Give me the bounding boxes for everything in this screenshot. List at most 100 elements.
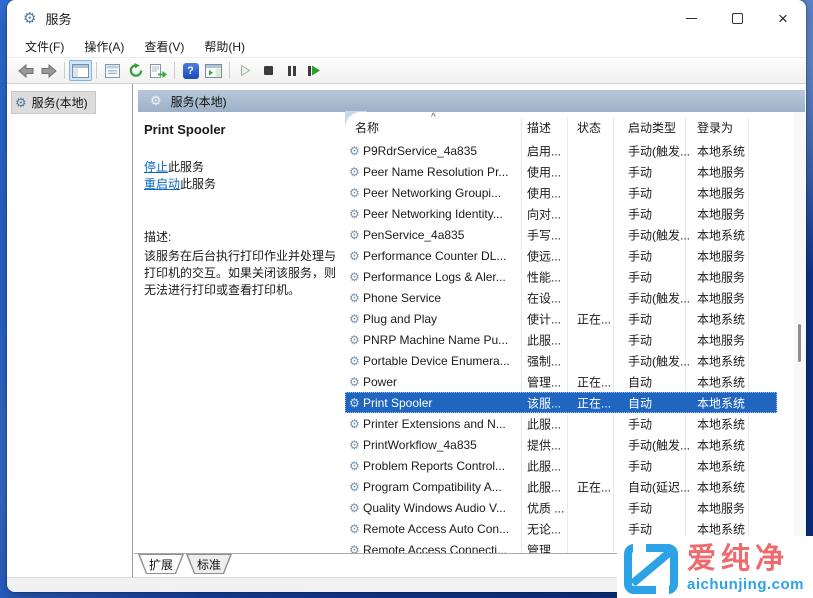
watermark-name: 爱纯净: [687, 545, 804, 574]
cell-logon-as: 本地服务: [697, 205, 745, 222]
scrollbar-thumb[interactable]: [798, 324, 801, 362]
tree-item-services-local[interactable]: ⚙ 服务(本地): [11, 91, 96, 114]
cell-name: Peer Networking Identity...: [363, 207, 503, 221]
column-header-name[interactable]: 名称: [355, 119, 379, 136]
table-row[interactable]: ⚙ Peer Name Resolution Pr... 使用... 手动 本地…: [345, 161, 777, 182]
description-label: 描述:: [144, 228, 344, 245]
cell-startup-type: 手动(触发...: [628, 226, 690, 243]
cell-name: Power: [363, 375, 397, 389]
show-action-pane-button[interactable]: [202, 60, 225, 81]
restart-service-link[interactable]: 重启动: [144, 177, 180, 191]
table-row[interactable]: ⚙ Printer Extensions and N... 此服... 手动 本…: [345, 413, 777, 434]
refresh-button[interactable]: [124, 60, 147, 81]
cell-startup-type: 手动: [628, 205, 652, 222]
table-row[interactable]: ⚙ Quality Windows Audio V... 优质 ... 手动 本…: [345, 497, 777, 518]
properties-button[interactable]: [101, 60, 124, 81]
menu-help[interactable]: 帮助(H): [194, 36, 255, 57]
maximize-button[interactable]: [714, 0, 760, 36]
refresh-icon: [128, 63, 144, 78]
service-gear-icon: ⚙: [349, 291, 360, 305]
cell-startup-type: 自动(延迟...: [628, 478, 690, 495]
cell-startup-type: 自动: [628, 394, 652, 411]
toolbar: ?: [7, 57, 806, 84]
cell-startup-type: 手动: [628, 310, 652, 327]
selected-service-title: Print Spooler: [144, 122, 344, 137]
table-row[interactable]: ⚙ PrintWorkflow_4a835 提供... 手动(触发... 本地系…: [345, 434, 777, 455]
cell-description: 提供...: [527, 436, 561, 453]
services-panel: ⚙ 服务(本地) Print Spooler 停止此服务 重启动此服务 描述: …: [134, 84, 806, 577]
stop-service-icon: [264, 66, 273, 75]
column-header-startup[interactable]: 启动类型: [628, 119, 676, 136]
vertical-scrollbar[interactable]: [794, 112, 806, 552]
cell-name: P9RdrService_4a835: [363, 144, 477, 158]
menu-view[interactable]: 查看(V): [134, 36, 194, 57]
start-service-button[interactable]: [234, 60, 257, 81]
tab-extended[interactable]: 扩展: [138, 554, 184, 574]
column-header-logon[interactable]: 登录为: [697, 119, 733, 136]
service-gear-icon: ⚙: [349, 186, 360, 200]
column-header-desc[interactable]: 描述: [527, 119, 551, 136]
table-row[interactable]: ⚙ Performance Counter DL... 使远... 手动 本地服…: [345, 245, 777, 266]
tab-standard[interactable]: 标准: [186, 554, 232, 574]
restart-service-line: 重启动此服务: [144, 176, 344, 193]
cell-logon-as: 本地服务: [697, 499, 745, 516]
sort-ascending-icon: ^: [431, 112, 436, 123]
table-row[interactable]: ⚙ Print Spooler 该服... 正在... 自动 本地系统: [345, 392, 777, 413]
cell-status: 正在...: [577, 478, 611, 495]
stop-service-button[interactable]: [257, 60, 280, 81]
table-row[interactable]: ⚙ Peer Networking Identity... 向对... 手动 本…: [345, 203, 777, 224]
toolbar-separator: [64, 62, 65, 79]
help-button[interactable]: ?: [179, 60, 202, 81]
table-row[interactable]: ⚙ Peer Networking Groupi... 使用... 手动 本地服…: [345, 182, 777, 203]
stop-link-suffix: 此服务: [168, 160, 204, 174]
minimize-button[interactable]: [668, 0, 714, 36]
table-row[interactable]: ⚙ PNRP Machine Name Pu... 此服... 手动 本地服务: [345, 329, 777, 350]
restart-link-suffix: 此服务: [180, 177, 216, 191]
stop-service-link[interactable]: 停止: [144, 160, 168, 174]
cell-startup-type: 手动: [628, 520, 652, 537]
cell-description: 使远...: [527, 247, 561, 264]
show-console-tree-icon: [72, 64, 89, 78]
extended-info-pane: Print Spooler 停止此服务 重启动此服务 描述: 该服务在后台执行打…: [144, 122, 344, 299]
service-action-links: 停止此服务 重启动此服务: [144, 159, 344, 193]
cell-name: Problem Reports Control...: [363, 459, 505, 473]
service-gear-icon: ⚙: [349, 228, 360, 242]
table-row[interactable]: ⚙ Problem Reports Control... 此服... 手动 本地…: [345, 455, 777, 476]
show-console-tree-button[interactable]: [69, 60, 92, 81]
cell-description: 使计...: [527, 310, 561, 327]
table-row[interactable]: ⚙ PenService_4a835 手写... 手动(触发... 本地系统: [345, 224, 777, 245]
properties-icon: [105, 64, 120, 78]
cell-name: Remote Access Auto Con...: [363, 522, 509, 536]
table-row[interactable]: ⚙ Portable Device Enumera... 强制... 手动(触发…: [345, 350, 777, 371]
service-table: ^ 名称 描述 状态 启动类型 登录为 ⚙ P9RdrService_4a835…: [345, 112, 791, 553]
table-row[interactable]: ⚙ Power 管理... 正在... 自动 本地系统: [345, 371, 777, 392]
cell-name: Peer Name Resolution Pr...: [363, 165, 508, 179]
menu-file[interactable]: 文件(F): [15, 36, 74, 57]
cell-name: Print Spooler: [363, 396, 432, 410]
menu-action[interactable]: 操作(A): [74, 36, 134, 57]
table-row[interactable]: ⚙ Performance Logs & Aler... 性能... 手动 本地…: [345, 266, 777, 287]
table-row[interactable]: ⚙ Phone Service 在设... 手动(触发... 本地服务: [345, 287, 777, 308]
cell-name: Performance Logs & Aler...: [363, 270, 506, 284]
forward-button[interactable]: [37, 60, 60, 81]
column-header-status[interactable]: 状态: [577, 119, 601, 136]
table-row[interactable]: ⚙ Plug and Play 使计... 正在... 手动 本地系统: [345, 308, 777, 329]
restart-service-button[interactable]: [303, 60, 326, 81]
close-button[interactable]: ×: [760, 0, 806, 36]
cell-description: 优质 ...: [527, 499, 564, 516]
cell-logon-as: 本地系统: [697, 478, 745, 495]
cell-startup-type: 手动(触发...: [628, 352, 690, 369]
cell-logon-as: 本地系统: [697, 310, 745, 327]
export-list-button[interactable]: [147, 60, 170, 81]
cell-startup-type: 手动(触发...: [628, 142, 690, 159]
table-row[interactable]: ⚙ Program Compatibility A... 此服... 正在...…: [345, 476, 777, 497]
watermark-text: 爱纯净 aichunjing.com: [687, 545, 804, 593]
back-button[interactable]: [14, 60, 37, 81]
table-row[interactable]: ⚙ P9RdrService_4a835 启用... 手动(触发... 本地系统: [345, 140, 777, 161]
service-gear-icon: ⚙: [349, 417, 360, 431]
pause-service-button[interactable]: [280, 60, 303, 81]
restart-service-icon: [308, 65, 321, 76]
minimize-icon: [686, 18, 697, 19]
cell-logon-as: 本地服务: [697, 163, 745, 180]
cell-description: 无论...: [527, 520, 561, 537]
